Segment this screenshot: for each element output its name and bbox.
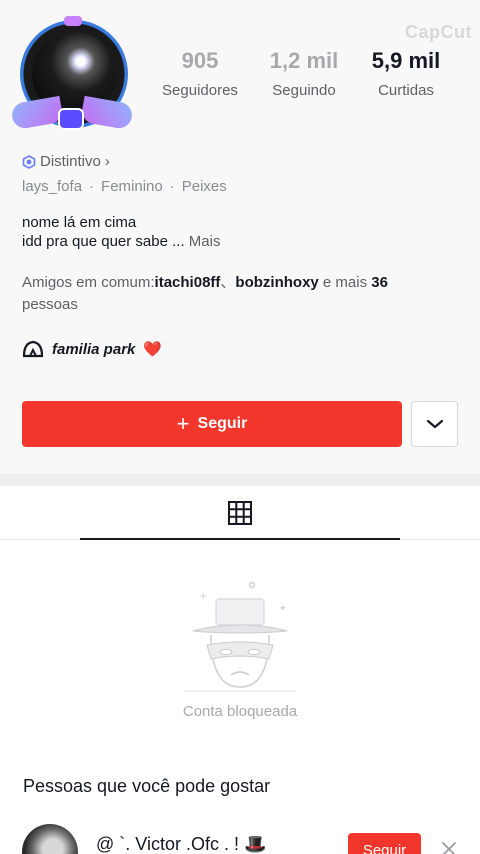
- followers-count: 905: [181, 48, 219, 73]
- blocked-state: + ✦ Conta bloqueada: [0, 575, 480, 720]
- bio-line-2: idd pra que quer sabe ...: [22, 233, 185, 250]
- plus-icon: +: [176, 411, 190, 436]
- profile-meta: lays_fofa · Feminino · Peixes: [22, 178, 227, 195]
- blocked-message: Conta bloqueada: [182, 703, 298, 720]
- chevron-right-icon: ›: [104, 153, 110, 170]
- stat-likes[interactable]: 5,9 mil Curtidas: [356, 48, 456, 99]
- suggestion-follow-button[interactable]: Seguir: [348, 833, 421, 854]
- tab-videos-grid[interactable]: [80, 486, 400, 540]
- family-house-icon: [22, 340, 44, 358]
- grid-icon: [228, 501, 252, 525]
- zodiac-sign: Peixes: [181, 178, 227, 195]
- svg-text:✦: ✦: [279, 604, 287, 614]
- close-icon[interactable]: [440, 840, 458, 854]
- stat-followers[interactable]: 905 Seguidores: [150, 48, 250, 99]
- following-count: 1,2 mil: [269, 48, 339, 73]
- mutual-friend-separator: 、: [220, 274, 236, 291]
- badge-label: Distintivo: [40, 153, 101, 170]
- likes-label: Curtidas: [378, 82, 434, 99]
- family-name: familia park: [52, 340, 136, 358]
- follow-button-label: Seguir: [197, 415, 248, 432]
- mutual-friends-prefix: Amigos em comum:: [22, 274, 155, 291]
- blocked-bandit-icon: + ✦: [185, 581, 295, 692]
- hexagon-badge-icon: [22, 154, 36, 169]
- frame-crown-icon: [64, 16, 82, 26]
- mutual-friends-suffix: pessoas: [22, 296, 78, 313]
- mutual-friends[interactable]: Amigos em comum:itachi08ff、bobzinhoxy e …: [22, 272, 442, 316]
- mutual-friend-2: bobzinhoxy: [235, 274, 319, 291]
- content-tabbar: [0, 486, 480, 540]
- chevron-down-icon: [426, 419, 443, 429]
- heart-emoji-icon: ❤️: [143, 341, 163, 358]
- family-link[interactable]: familia park ❤️: [22, 340, 162, 358]
- bio-line-1: nome lá em cima: [22, 214, 137, 231]
- section-divider: [0, 474, 480, 486]
- suggestion-name[interactable]: @ `. Victor .Ofc . ! 🎩: [96, 834, 266, 854]
- avatar[interactable]: [10, 14, 134, 136]
- capcut-watermark: CapCut: [405, 22, 472, 42]
- profile-header: CapCut 905 Seguidores 1,2 mil Seguindo 5…: [0, 0, 480, 474]
- username: lays_fofa: [22, 178, 83, 195]
- gender: Feminino: [101, 178, 163, 195]
- following-label: Seguindo: [272, 82, 336, 99]
- bio: nome lá em cima idd pra que quer sabe ..…: [22, 213, 220, 251]
- live-badge-icon: [58, 108, 84, 130]
- badge-link[interactable]: Distintivo ›: [22, 153, 110, 170]
- suggestions-title: Pessoas que você pode gostar: [23, 776, 271, 796]
- mutual-friend-1: itachi08ff: [154, 274, 221, 291]
- likes-count: 5,9 mil: [371, 48, 441, 73]
- tab-underline: [80, 538, 400, 540]
- stat-following[interactable]: 1,2 mil Seguindo: [254, 48, 354, 99]
- suggestion-avatar[interactable]: [22, 824, 78, 854]
- mutual-friends-and-more: e mais: [318, 274, 372, 291]
- bio-more-link[interactable]: Mais: [189, 233, 221, 250]
- svg-text:+: +: [199, 591, 207, 602]
- follow-button[interactable]: + Seguir: [22, 401, 402, 447]
- suggestion-item[interactable]: @ `. Victor .Ofc . ! 🎩 Seguir: [0, 820, 480, 854]
- more-options-button[interactable]: [411, 401, 458, 447]
- followers-label: Seguidores: [162, 82, 238, 99]
- mutual-friends-count: 36: [371, 274, 388, 291]
- meta-separator: ·: [89, 178, 95, 195]
- meta-separator: ·: [169, 178, 175, 195]
